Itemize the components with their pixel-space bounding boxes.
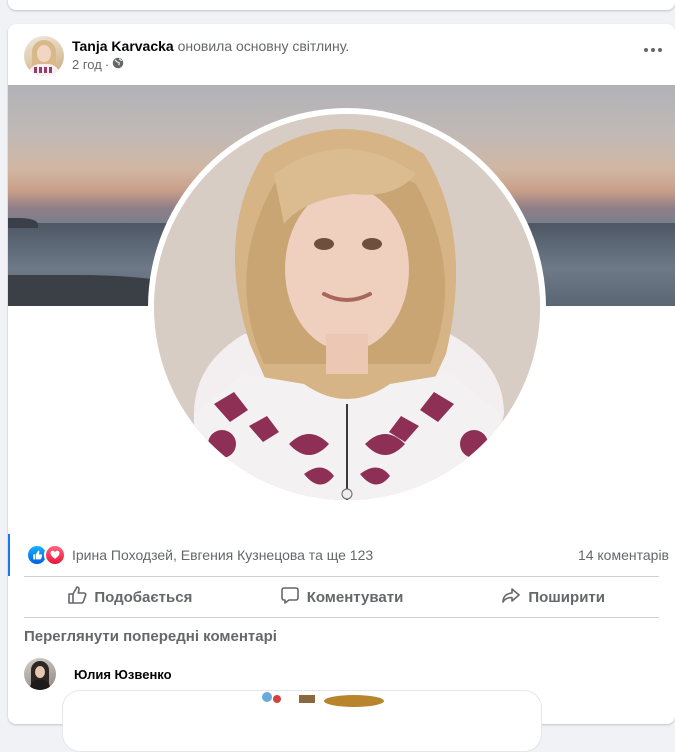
comment-label: Коментувати [306,588,404,606]
love-icon [44,544,66,566]
feed-post: Tanja Karvacka оновила основну світлину.… [8,24,675,752]
sticker-image [262,692,384,707]
post-header-text: Tanja Karvacka оновила основну світлину. [72,38,349,54]
divider [24,617,659,618]
commenter-name[interactable]: Юлия Юзвенко [74,667,172,682]
more-options-icon[interactable] [641,42,665,58]
post-meta: 2 год · [72,57,124,72]
profile-photo[interactable] [148,108,546,506]
like-button[interactable]: Подобається [24,579,236,615]
reactions-summary: Ірина Походзей, Евгения Кузнецова та ще … [8,534,675,576]
meta-separator: · [104,57,110,72]
share-icon [501,585,521,609]
reaction-icons[interactable] [26,544,66,566]
share-label: Поширити [528,588,605,606]
comment-count[interactable]: 14 коментарів [578,547,669,563]
thumbs-up-icon [67,585,87,609]
post-action-text: оновила основну світлину. [177,38,350,54]
reaction-names[interactable]: Ірина Походзей, Евгения Кузнецова та ще … [72,547,578,563]
post-actions: Подобається Коментувати Поширити [24,577,659,617]
author-name[interactable]: Tanja Karvacka [72,38,174,54]
author-avatar[interactable] [24,36,64,76]
post-timestamp[interactable]: 2 год [72,57,102,72]
comment-button[interactable]: Коментувати [236,579,448,615]
previous-post-card [8,0,675,10]
commenter-avatar[interactable] [24,658,56,690]
view-previous-comments-link[interactable]: Переглянути попередні коментарі [24,628,277,645]
comment-bubble [62,690,542,752]
globe-icon [112,57,124,72]
like-label: Подобається [94,588,193,606]
share-button[interactable]: Поширити [447,579,659,615]
comment-icon [280,585,300,609]
